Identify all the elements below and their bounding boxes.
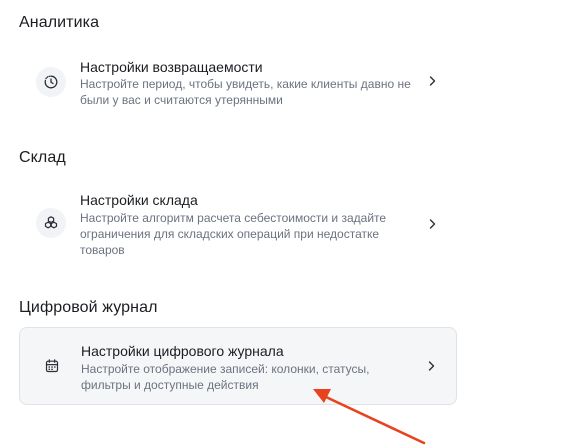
card-title: Настройки возвращаемости	[80, 59, 263, 75]
section-title-warehouse: Склад	[19, 149, 66, 166]
chevron-right-icon	[428, 361, 435, 371]
chevron-right-icon	[429, 76, 436, 86]
warehouse-settings-card[interactable]: Настройки склада Настройте алгоритм расч…	[19, 186, 457, 262]
card-title: Настройки склада	[80, 192, 198, 208]
clock-dashed-icon	[36, 67, 66, 97]
calendar-icon	[37, 351, 67, 381]
chevron-right-icon	[429, 219, 436, 229]
digital-journal-settings-card[interactable]: Настройки цифрового журнала Настройте от…	[19, 327, 457, 405]
section-title-digital-journal: Цифровой журнал	[19, 299, 158, 316]
card-description: Настройте алгоритм расчета себестоимости…	[80, 211, 387, 257]
card-description: Настройте период, чтобы увидеть, какие к…	[80, 77, 411, 107]
section-title-analytics: Аналитика	[19, 14, 100, 31]
retention-settings-card[interactable]: Настройки возвращаемости Настройте перио…	[19, 52, 457, 112]
card-title: Настройки цифрового журнала	[81, 343, 284, 359]
boxes-stack-icon	[36, 208, 66, 238]
card-description: Настройте отображение записей: колонки, …	[81, 362, 370, 392]
